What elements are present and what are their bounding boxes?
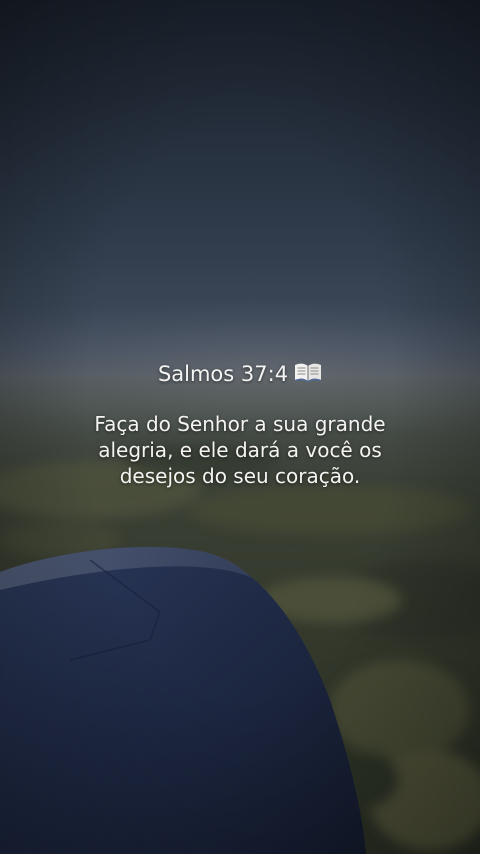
verse-line: alegria, e ele dará a você os — [98, 438, 382, 462]
airplane-window-background: Salmos 37:4 Faça do Senhor a sua grande … — [0, 0, 480, 854]
verse-reference: Salmos 37:4 — [40, 359, 440, 390]
open-book-icon — [294, 360, 322, 390]
verse-text: Faça do Senhor a sua grande alegria, e e… — [40, 411, 440, 489]
verse-line: desejos do seu coração. — [119, 464, 361, 488]
verse-line: Faça do Senhor a sua grande — [94, 412, 386, 436]
reference-text: Salmos 37:4 — [157, 362, 289, 386]
